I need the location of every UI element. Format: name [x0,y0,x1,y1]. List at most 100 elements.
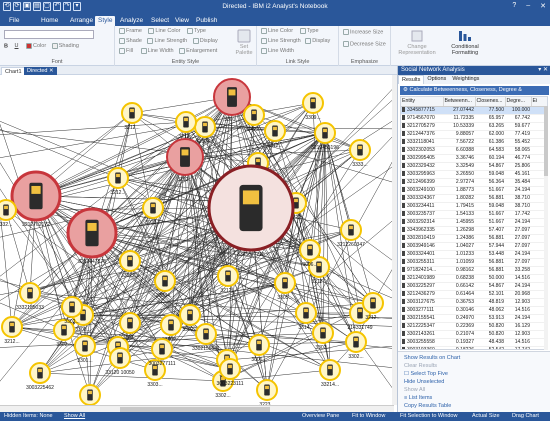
hide-unselected-link[interactable]: Hide Unselected [404,379,444,385]
table-row[interactable]: 3345877715 27.07442 77.500 100.000 [401,106,547,115]
chart-canvas[interactable]: 3301... 33422... 3212... 3212453196 33104...… [0,75,394,412]
frame-button[interactable]: Frame [119,28,142,34]
entity-node[interactable]: 3302... [179,304,201,333]
tab-style[interactable]: Style [95,16,116,26]
entity-node[interactable]: 3003277111 [148,338,176,367]
tab-results[interactable]: Results [398,75,425,84]
show-results-on-chart-link[interactable]: Show Results on Chart [404,355,460,361]
entity-node[interactable]: 3003225462 [26,362,54,391]
results-scrollbar[interactable] [544,106,548,350]
close-button[interactable]: ✕ [540,2,546,10]
col-entity[interactable]: Entity [401,97,444,107]
entity-node[interactable]: 33222... [119,250,141,279]
tab-arrange[interactable]: Arrange [67,16,96,26]
table-row[interactable]: 3003249100 1.88773 51.667 24.194 [401,186,547,195]
table-row[interactable]: 3302329432 3.32549 54.867 25.806 [401,162,547,171]
entity-line-color-button[interactable]: Line Color [148,28,181,34]
show-all-button[interactable]: Show All [64,412,85,421]
table-row[interactable]: 3003234411 1.79415 59.048 38.710 [401,202,547,211]
shade-button[interactable]: Shade [119,38,142,44]
link-display-button[interactable]: Display [305,38,330,44]
clear-results-link[interactable]: Clear Results [404,363,437,369]
calculate-button[interactable]: ⚙ Calculate Betweenness, Closeness, Degr… [400,86,549,102]
results-table[interactable]: Entity Betweenn... Closenes... Degre... … [400,96,548,350]
pane-controls[interactable]: ▾ ✕ [538,66,548,75]
entity-node[interactable]: 3212... [264,120,286,149]
tab-file[interactable]: File [6,16,22,26]
fit-selection-button[interactable]: Fit Selection to Window [400,412,457,421]
table-row[interactable]: 3212705279 10.53339 63.265 59.677 [401,122,547,131]
font-color-button[interactable]: Color [26,43,46,49]
entity-display-button[interactable]: Display [192,38,218,44]
overview-pane-button[interactable]: Overview Pane [302,412,339,421]
table-row[interactable]: 3212496399 2.97274 56.364 35.484 [401,178,547,187]
entity-node[interactable]: 3006... [248,334,270,363]
entity-node[interactable]: 3212... [362,292,384,321]
table-row[interactable]: 3212225347 0.22369 50.820 16.129 [401,322,547,331]
entity-node[interactable]: 3309... [302,92,324,121]
table-row[interactable]: 3003292314 1.45955 51.667 24.194 [401,218,547,227]
col-eigenvector[interactable]: Ei [531,97,547,107]
table-row[interactable]: 3003235737 1.54133 51.667 17.742 [401,210,547,219]
entity-node[interactable]: 3303... [119,312,141,341]
entity-node[interactable]: 33104... [194,116,216,145]
table-row[interactable]: 3003324401 1.01233 53.448 24.194 [401,250,547,259]
entity-line-strength-button[interactable]: Line Strength [147,38,187,44]
entity-node[interactable]: 3302... [345,331,367,360]
entity-node[interactable]: 3212447376 [66,207,118,265]
table-row[interactable]: 3303324367 1.80282 56.881 38.710 [401,194,547,203]
table-row[interactable]: 3003277111 0.30146 48.062 14.516 [401,306,547,315]
copy-results-table-link[interactable]: Copy Results Table [404,403,451,409]
minimize-button[interactable]: – [526,2,530,10]
entity-node[interactable]: 3212... [175,111,197,140]
entity-node[interactable]: 3212... [121,102,143,131]
show-all-link[interactable]: Show All [404,387,425,393]
drag-chart-button[interactable]: Drag Chart [512,412,539,421]
change-representation-button[interactable]: Change Representation [395,29,439,56]
table-row[interactable]: 3003255558 0.19327 48.438 14.516 [401,338,547,347]
fit-to-window-button[interactable]: Fit to Window [352,412,385,421]
entity-node[interactable]: 3212260347 [337,219,365,248]
tab-home[interactable]: Home [38,16,61,26]
entity-node[interactable]: 3301... [74,335,96,364]
tab-weightings[interactable]: Weightings [449,75,482,84]
entity-node[interactable]: 33422... [243,104,265,133]
table-row[interactable]: 3302995405 3.36746 60.194 46.774 [401,154,547,163]
tab-publish[interactable]: Publish [193,16,220,26]
bold-button[interactable]: B [4,43,8,49]
entity-node[interactable]: 3305... [274,272,296,301]
entity-line-width-button[interactable]: Line Width [140,48,174,54]
tab-select[interactable]: Select [148,16,172,26]
table-row[interactable]: 3003949146 1.04027 57.944 27.097 [401,242,547,251]
decrease-size-button[interactable]: Decrease Size [343,41,386,47]
entity-node[interactable]: 3302... [61,296,83,325]
entity-node[interactable]: 3314... [295,302,317,331]
select-top-five-link[interactable]: ☐ Select Top Five [404,371,448,377]
tab-analyze[interactable]: Analyze [117,16,146,26]
entity-node[interactable]: 3212... [217,265,239,294]
link-line[interactable] [0,121,187,135]
entity-node[interactable]: 3212702172 [10,170,62,228]
entity-node[interactable]: 332... [0,199,17,228]
table-row[interactable]: 3003225297 0.66142 54.867 24.194 [401,282,547,291]
entity-node[interactable]: 3212... [1,316,23,345]
tab-view[interactable]: View [172,16,192,26]
doc-tab-directed[interactable]: Directed ✕ [24,67,57,75]
fill-button[interactable]: Fill [119,48,133,54]
link-line[interactable] [318,266,394,303]
set-palette-button[interactable]: Set Palette [233,29,255,56]
entity-type-button[interactable]: Type [187,28,206,34]
entity-node[interactable]: 3006... [299,239,321,268]
entity-node[interactable]: 3212... [107,167,129,196]
table-row[interactable]: 3302143261 0.21074 50.820 12.903 [401,330,547,339]
entity-node[interactable]: 33214... [319,359,341,388]
table-row[interactable]: 3212436279 0.61464 52.101 20.968 [401,290,547,299]
entity-node[interactable]: 3302... [312,322,334,351]
entity-node[interactable]: 3333... [349,139,371,168]
table-row[interactable]: 3212447376 9.88057 62.000 77.419 [401,130,547,139]
enlargement-button[interactable]: Enlargement [179,48,217,54]
table-row[interactable]: 3332118041 7.56722 61.386 55.452 [401,138,547,147]
help-button[interactable]: ? [512,2,516,10]
table-row[interactable]: 3303295963 3.26550 59.048 45.161 [401,170,547,179]
tab-options[interactable]: Options [424,75,449,84]
